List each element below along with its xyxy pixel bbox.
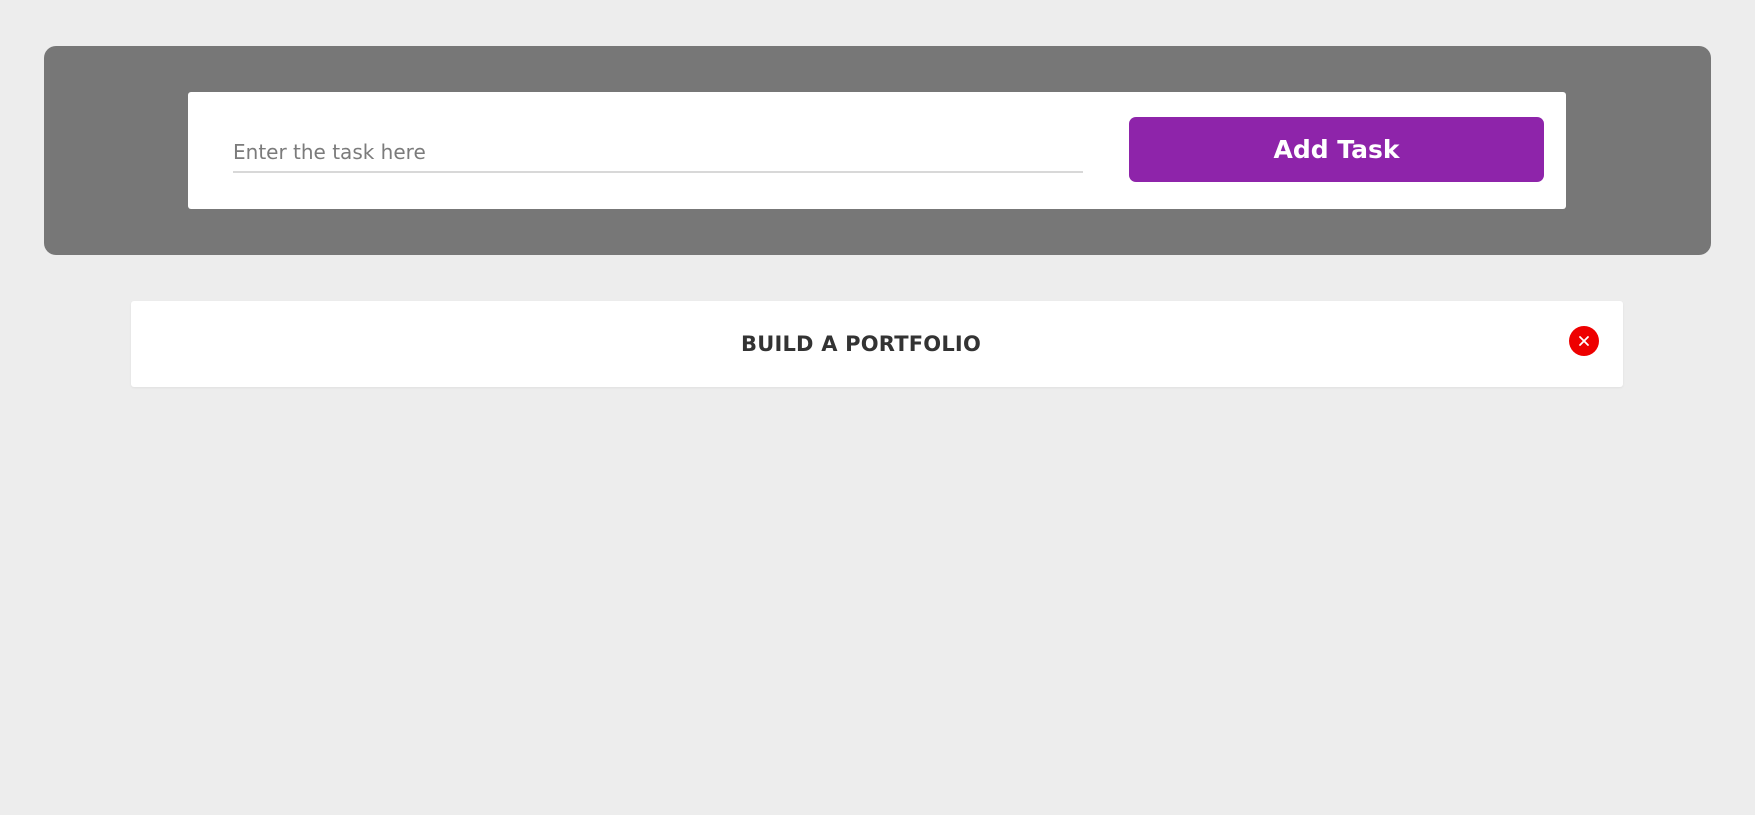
add-task-button[interactable]: Add Task xyxy=(1129,117,1544,182)
task-text: BUILD A PORTFOLIO xyxy=(741,332,981,356)
task-input[interactable] xyxy=(233,132,1083,173)
close-icon xyxy=(1579,336,1589,346)
task-list-item: BUILD A PORTFOLIO xyxy=(131,301,1623,387)
delete-task-button[interactable] xyxy=(1569,326,1599,356)
